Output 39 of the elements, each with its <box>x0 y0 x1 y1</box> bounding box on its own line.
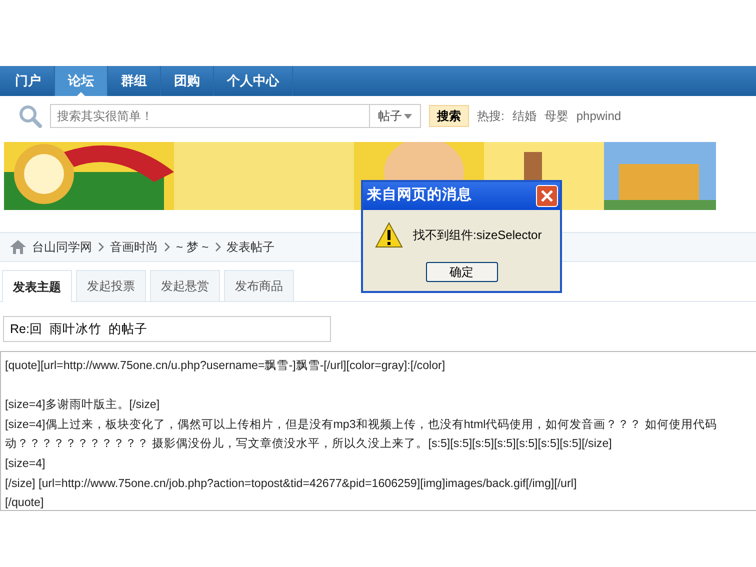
chevron-icon <box>164 242 170 252</box>
editor-text-line: [/size] [url=http://www.75one.cn/job.php?action=topost&tid=42677&pid=1606259][img]images/back.gif[/img][/url] <box>5 476 578 492</box>
breadcrumb-link[interactable]: 发表帖子 <box>226 238 275 256</box>
close-icon <box>540 189 554 203</box>
hot-search-label: 热搜: <box>477 108 504 125</box>
search-button[interactable]: 搜索 <box>429 105 469 127</box>
editor-text-line: [/quote] <box>5 495 45 510</box>
scope-dropdown[interactable]: 帖子 <box>370 104 421 128</box>
subject-field[interactable]: Re:回 雨叶冰竹 的帖子 <box>3 316 331 342</box>
dialog-title: 来自网页的消息 <box>367 186 472 206</box>
editor-text-line: [size=4]偶上过来，板块变化了，偶然可以上传相片，但是没有mp3和视频上传，也没有html代码使用，如何发音画？？？ 如何使用代码 <box>5 416 718 433</box>
home-icon[interactable] <box>10 240 26 254</box>
editor-area[interactable] <box>0 351 756 511</box>
post-type-tab[interactable]: 发起悬赏 <box>150 270 220 301</box>
search-field[interactable]: 搜索其实很简单！ <box>50 104 370 128</box>
nav-tab[interactable]: 群组 <box>108 66 161 96</box>
editor-text-line: [size=4] <box>5 456 46 472</box>
ok-button[interactable]: 确定 <box>426 262 498 282</box>
post-type-tab[interactable]: 发布商品 <box>224 270 294 301</box>
nav-tab[interactable]: 个人中心 <box>214 66 293 96</box>
search-icon <box>18 104 42 128</box>
caret-icon <box>404 114 412 120</box>
editor-text-line: 动？？？？？？？？？？？ 摄影偶没份儿，写文章偾没水平，所以久没上来了。[s:5][s:5][s:5][s:5][s:5][s:5][s:5][/size] <box>5 436 613 452</box>
post-type-tab[interactable]: 发起投票 <box>76 270 146 301</box>
dialog-message: 找不到组件:sizeSelector <box>413 227 542 244</box>
close-button[interactable] <box>536 185 558 207</box>
hot-search-link[interactable]: 母婴 <box>544 107 568 125</box>
chevron-icon <box>214 242 221 252</box>
post-type-tab[interactable]: 发表主题 <box>2 270 72 302</box>
breadcrumb-link[interactable]: 音画时尚 <box>110 238 158 256</box>
editor-text-line: [size=4]多谢雨叶版主。[/size] <box>5 397 161 414</box>
breadcrumb-link[interactable]: ~ 梦 ~ <box>176 238 209 256</box>
breadcrumb-link[interactable]: 台山同学网 <box>32 238 92 256</box>
hot-search-link[interactable]: phpwind <box>576 107 622 125</box>
nav-tab[interactable]: 团购 <box>161 66 214 96</box>
chevron-icon <box>98 242 104 252</box>
editor-text-line: [quote][url=http://www.75one.cn/u.php?username=飘雪-]飘雪-[/url][color=gray]:[/color] <box>5 358 446 374</box>
warning-icon <box>375 222 403 248</box>
hot-search-link[interactable]: 结婚 <box>512 107 536 125</box>
